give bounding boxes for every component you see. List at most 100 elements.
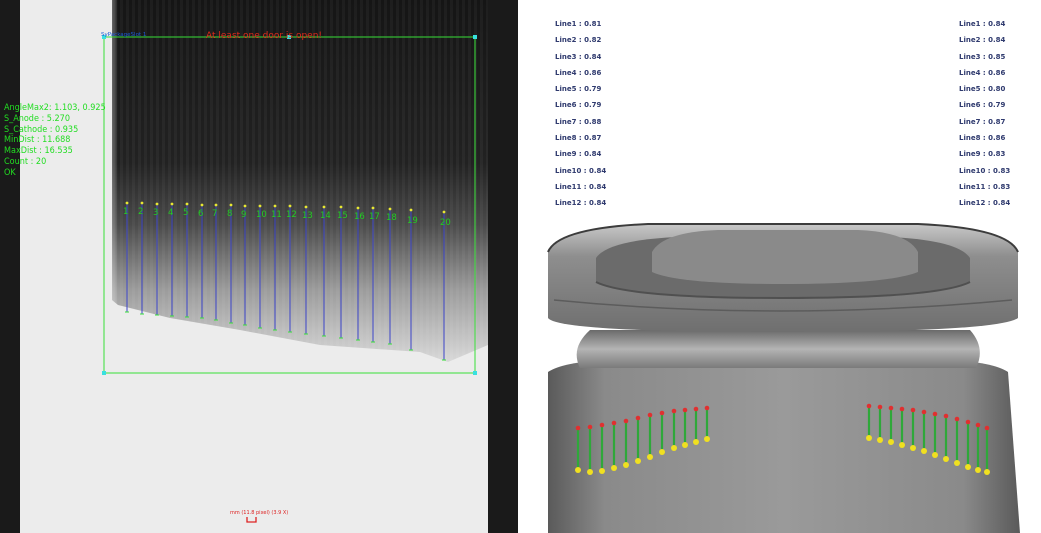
line-number-label: 4: [168, 208, 174, 218]
line-number-label: 14: [320, 211, 331, 221]
measure-top-dot: [921, 409, 927, 415]
anode-tip-dot: [258, 204, 262, 208]
measure-top-dot: [899, 406, 905, 412]
measure-top-dot: [671, 408, 677, 414]
roi-handle-bottom-left: [102, 371, 106, 375]
line-number-label: 6: [198, 209, 204, 219]
xray-inspection-panel: SyPackageSlot 1 At least one door is ope…: [0, 0, 518, 533]
scale-label: mm (11.8 pixel) (3.9 X): [230, 510, 289, 516]
readout-status: OK: [4, 167, 16, 178]
line-number-label: 15: [337, 211, 348, 221]
measure-bottom-dot: [647, 454, 653, 460]
measure-top-dot: [954, 416, 960, 422]
electrode-lines: [125, 201, 446, 361]
measure-bottom-dot: [682, 442, 688, 448]
anode-tip-dot: [200, 203, 204, 207]
anode-tip-dot: [214, 203, 218, 207]
right-line-11: Line11 : 0.83: [959, 182, 1011, 191]
line-number-label: 17: [369, 212, 380, 222]
right-measurement-list: Line1 : 0.84 Line2 : 0.84 Line3 : 0.85 L…: [959, 16, 1010, 212]
line-number-label: 16: [354, 212, 365, 222]
right-line-3: Line3 : 0.85: [959, 52, 1006, 61]
line-number-label: 8: [227, 209, 233, 219]
measure-top-dot: [704, 405, 710, 411]
line-number-label: 11: [271, 210, 282, 220]
measurement-readout: AngleMax2: 1.103, 0.925 S_Anode : 5.270 …: [4, 103, 106, 179]
door-open-warning: At least one door is open!: [206, 31, 323, 41]
jar-xray-panel: Line1 : 0.81 Line2 : 0.82 Line3 : 0.84 L…: [518, 0, 1041, 533]
measure-bottom-dot: [910, 445, 916, 451]
anode-tip-dot: [409, 208, 413, 212]
measure-bottom-dot: [984, 469, 990, 475]
anode-tip-dot: [304, 205, 308, 209]
measure-bottom-dot: [659, 449, 665, 455]
left-line-1: Line1 : 0.81: [555, 20, 602, 28]
right-line-10: Line10 : 0.83: [959, 166, 1011, 175]
anode-tip-dot: [388, 207, 392, 211]
measure-top-dot: [866, 403, 872, 409]
readout-max-dist: MaxDist : 16.535: [4, 146, 73, 157]
right-line-7: Line7 : 0.87: [959, 117, 1006, 126]
measure-bottom-dot: [623, 462, 629, 468]
left-line-3: Line3 : 0.84: [555, 52, 602, 61]
right-line-12: Line12 : 0.84: [959, 199, 1011, 208]
measure-bottom-dot: [704, 436, 710, 442]
right-line-5: Line5 : 0.80: [959, 85, 1006, 94]
readout-min-dist: MinDist : 11.688: [4, 135, 71, 146]
measure-top-dot: [682, 407, 688, 413]
measure-top-dot: [647, 412, 653, 418]
anode-tip-dot: [125, 201, 129, 205]
measure-bottom-dot: [877, 437, 883, 443]
measure-top-dot: [975, 422, 981, 428]
measure-bottom-dot: [693, 439, 699, 445]
line-number-label: 1: [123, 207, 129, 217]
right-line-8: Line8 : 0.86: [959, 134, 1006, 143]
measure-top-dot: [587, 424, 593, 430]
line-number-label: 9: [241, 210, 247, 220]
measure-top-dot: [623, 418, 629, 424]
left-measurement-list: Line1 : 0.81 Line2 : 0.82 Line3 : 0.84 L…: [555, 16, 606, 212]
roi-name-label[interactable]: SyPackageSlot 1: [101, 32, 146, 38]
measure-bottom-dot: [932, 452, 938, 458]
right-line-2: Line2 : 0.84: [959, 36, 1006, 45]
measure-top-dot: [888, 405, 894, 411]
measure-top-dot: [877, 404, 883, 410]
readout-s-cathode: S_Cathode : 0.935: [4, 124, 79, 135]
anode-tip-dot: [140, 201, 144, 205]
line-number-label: 19: [407, 216, 418, 226]
left-line-12: Line12 : 0.84: [555, 199, 607, 208]
measure-top-dot: [599, 422, 605, 428]
line-number-label: 12: [286, 210, 297, 220]
measure-top-dot: [910, 407, 916, 413]
left-line-11: Line11 : 0.84: [555, 182, 607, 191]
right-line-1: Line1 : 0.84: [959, 20, 1006, 28]
anode-tip-dot: [185, 202, 189, 206]
right-line-9: Line9 : 0.83: [959, 150, 1006, 159]
measure-bottom-dot: [587, 469, 593, 475]
anode-tip-dot: [170, 202, 174, 206]
measure-bottom-dot: [888, 439, 894, 445]
right-line-4: Line4 : 0.86: [959, 68, 1006, 77]
measure-top-dot: [659, 410, 665, 416]
left-line-2: Line2 : 0.82: [555, 36, 602, 45]
right-line-6: Line6 : 0.79: [959, 101, 1006, 110]
anode-tip-dot: [442, 210, 446, 214]
measure-top-dot: [693, 406, 699, 412]
measure-bottom-dot: [671, 445, 677, 451]
roi-overlay: [102, 35, 477, 375]
left-line-10: Line10 : 0.84: [555, 166, 607, 175]
anode-tip-dot: [243, 204, 247, 208]
measure-bottom-dot: [866, 435, 872, 441]
measure-bottom-dot: [921, 448, 927, 454]
line-number-label: 2: [138, 207, 144, 217]
anode-tip-dot: [356, 206, 360, 210]
line-number-label: 20: [440, 218, 451, 228]
measure-bottom-dot: [599, 468, 605, 474]
measure-top-dot: [575, 425, 581, 431]
line-number-label: 7: [212, 209, 218, 219]
measure-bottom-dot: [965, 464, 971, 470]
measure-bottom-dot: [635, 458, 641, 464]
readout-count: Count : 20: [4, 156, 47, 167]
measure-top-dot: [635, 415, 641, 421]
measure-bottom-dot: [954, 460, 960, 466]
